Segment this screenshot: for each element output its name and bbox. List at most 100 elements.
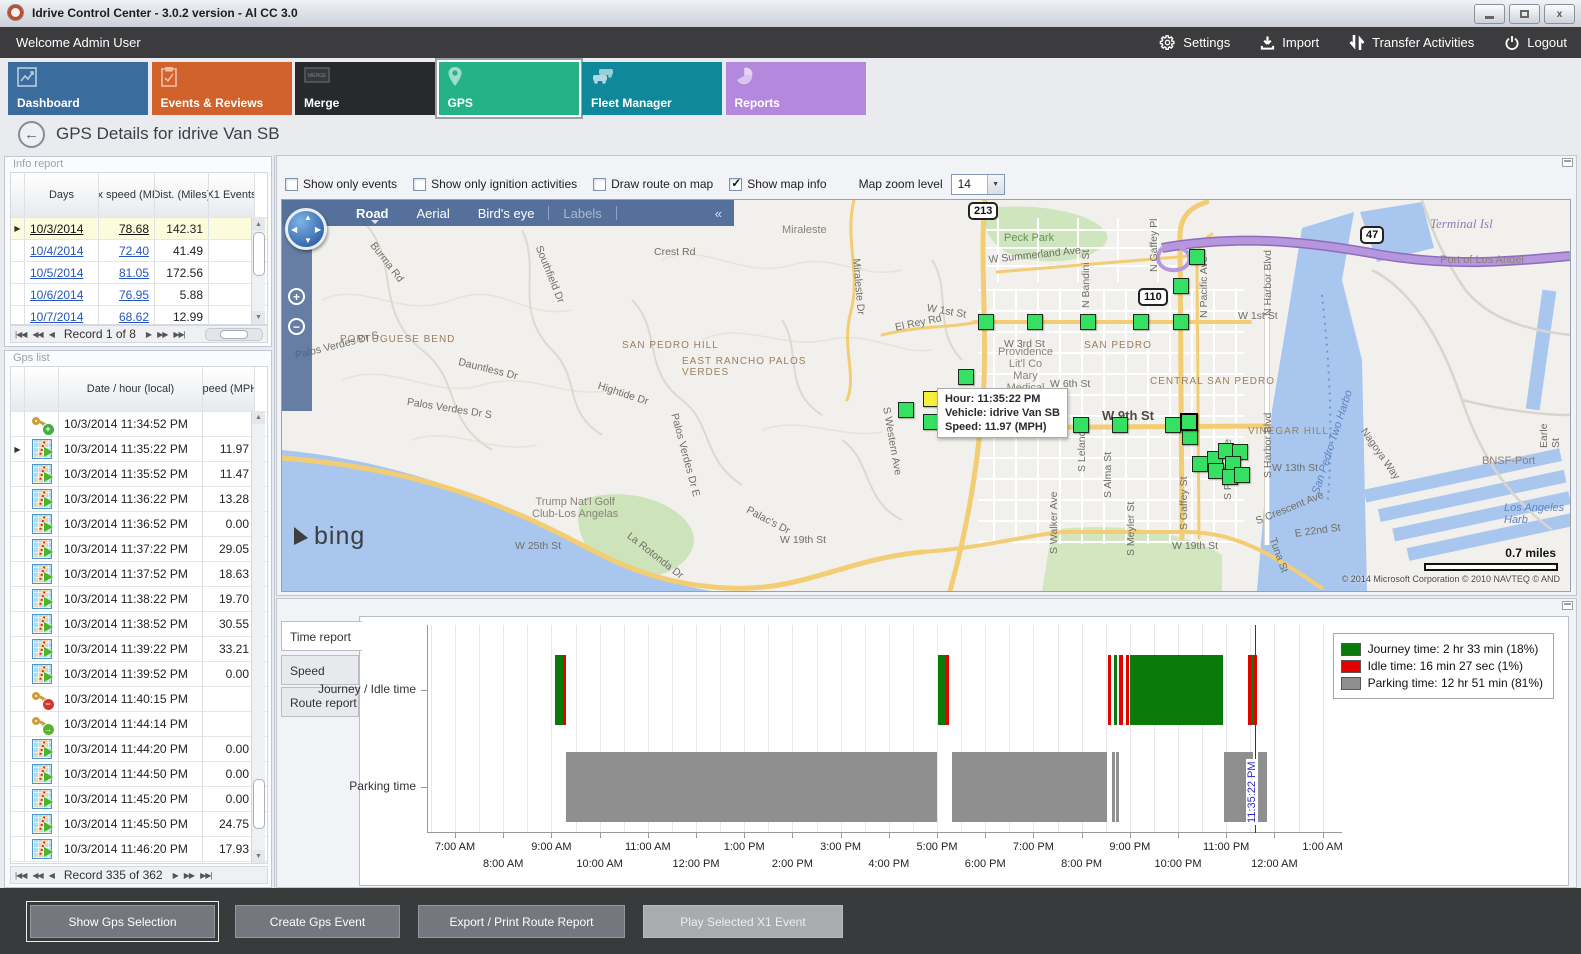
header-cell[interactable]: Speed (MPH)	[203, 367, 255, 411]
gps-marker[interactable]	[1080, 314, 1096, 330]
pan-left-icon[interactable]: ◀	[291, 225, 297, 234]
table-row[interactable]: 10/3/2014 11:35:52 PM11.47	[11, 462, 267, 487]
first-page-icon[interactable]: |◀◀	[15, 871, 26, 880]
tab-events-reviews[interactable]: Events & Reviews	[152, 62, 292, 115]
gps-marker[interactable]	[1189, 249, 1205, 265]
table-row[interactable]: 10/3/2014 11:38:52 PM30.55	[11, 612, 267, 637]
table-row[interactable]: 10/3/2014 11:36:52 PM0.00	[11, 512, 267, 537]
table-row[interactable]: 10/3/2014 11:38:22 PM19.70	[11, 587, 267, 612]
pager-h-scrollbar[interactable]	[205, 328, 263, 341]
table-row[interactable]: 10/3/2014 11:39:22 PM33.21	[11, 637, 267, 662]
table-row[interactable]: 10/3/2014 11:45:50 PM24.75	[11, 812, 267, 837]
map-toolbar-collapse-button[interactable]: «	[715, 206, 722, 221]
unchecked-checkbox-icon[interactable]	[413, 178, 426, 191]
info-table-scrollbar[interactable]: ▲ ▼	[251, 218, 265, 324]
export-print-route-report-button[interactable]: Export / Print Route Report	[418, 905, 625, 938]
gps-marker[interactable]	[958, 369, 974, 385]
checkbox-show-map-info[interactable]: Show map info	[729, 177, 826, 191]
prev-page-icon[interactable]: ◀	[49, 871, 54, 880]
gps-marker[interactable]	[1173, 278, 1189, 294]
table-row[interactable]: ▶10/3/2014 11:35:22 PM11.97	[11, 437, 267, 462]
gps-marker[interactable]	[1182, 429, 1198, 445]
gps-marker[interactable]	[1133, 314, 1149, 330]
max-speed-cell[interactable]: 68.62	[99, 306, 155, 327]
next-group-icon[interactable]: ▶▶	[157, 330, 167, 339]
table-row[interactable]: 10/3/2014 11:39:52 PM0.00	[11, 662, 267, 687]
table-row[interactable]: −10/3/2014 11:40:15 PM	[11, 687, 267, 712]
prev-group-icon[interactable]: ◀◀	[32, 871, 42, 880]
header-cell[interactable]: Date / hour (local)	[59, 367, 203, 411]
table-row[interactable]: +10/3/2014 11:34:52 PM	[11, 412, 267, 437]
max-speed-link[interactable]: 76.95	[119, 288, 149, 302]
day-cell[interactable]: 10/7/2014	[25, 306, 99, 327]
tab-gps[interactable]: GPS	[439, 62, 579, 115]
table-row[interactable]: 10/3/2014 11:44:20 PM0.00	[11, 737, 267, 762]
gps-marker[interactable]	[1234, 467, 1250, 483]
next-group-icon[interactable]: ▶▶	[184, 871, 194, 880]
gps-marker[interactable]	[898, 402, 914, 418]
day-link[interactable]: 10/5/2014	[30, 266, 83, 280]
max-speed-link[interactable]: 72.40	[119, 244, 149, 258]
gps-marker[interactable]	[1112, 417, 1128, 433]
gps-marker[interactable]	[1073, 417, 1089, 433]
last-page-icon[interactable]: ▶▶|	[200, 871, 211, 880]
minimize-button[interactable]	[1474, 4, 1505, 24]
max-speed-cell[interactable]: 76.95	[99, 284, 155, 305]
table-row[interactable]: 10/5/201481.05172.56	[11, 262, 267, 284]
last-page-icon[interactable]: ▶▶|	[173, 330, 184, 339]
table-row[interactable]: ▶10/3/201478.68142.31	[11, 218, 267, 240]
table-row[interactable]: 10/3/2014 11:46:20 PM17.93	[11, 837, 267, 862]
bing-map[interactable]: RoadAerialBird's eyeLabels« ▲ ◀ ▶ ▼ + − …	[281, 199, 1571, 592]
header-cell[interactable]: Dist. (Miles)	[155, 173, 209, 217]
header-cell[interactable]: Days	[25, 173, 99, 217]
gps-marker[interactable]	[978, 314, 994, 330]
tab-dashboard[interactable]: Dashboard	[8, 62, 148, 115]
checkbox-show-only-ignition-activities[interactable]: Show only ignition activities	[413, 177, 577, 191]
header-cell[interactable]: X1 Events	[209, 173, 255, 217]
topbar-action-import[interactable]: Import	[1260, 35, 1319, 51]
max-speed-cell[interactable]: 81.05	[99, 262, 155, 283]
table-row[interactable]: 10/3/2014 11:45:20 PM0.00	[11, 787, 267, 812]
topbar-action-transfer-activities[interactable]: Transfer Activities	[1349, 34, 1474, 51]
next-page-icon[interactable]: ▶	[146, 330, 151, 339]
gps-marker[interactable]	[1027, 314, 1043, 330]
zoom-out-button[interactable]: −	[288, 318, 305, 335]
table-row[interactable]: 10/3/2014 11:37:52 PM18.63	[11, 562, 267, 587]
max-speed-link[interactable]: 81.05	[119, 266, 149, 280]
next-page-icon[interactable]: ▶	[173, 871, 178, 880]
day-cell[interactable]: 10/5/2014	[25, 262, 99, 283]
map-style-labels[interactable]: Labels	[563, 206, 601, 221]
map-panel-collapse-button[interactable]	[1562, 158, 1573, 167]
pan-up-icon[interactable]: ▲	[304, 213, 312, 222]
tab-merge[interactable]: MERGEMerge	[295, 62, 435, 115]
checkbox-draw-route-on-map[interactable]: Draw route on map	[593, 177, 713, 191]
day-link[interactable]: 10/4/2014	[30, 244, 83, 258]
topbar-action-logout[interactable]: Logout	[1504, 35, 1567, 51]
zoom-in-button[interactable]: +	[288, 288, 305, 305]
day-link[interactable]: 10/3/2014	[30, 222, 83, 236]
map-style-road[interactable]: Road	[356, 206, 389, 221]
max-speed-cell[interactable]: 72.40	[99, 240, 155, 261]
table-row[interactable]: →10/3/2014 11:44:14 PM	[11, 712, 267, 737]
checked-checkbox-icon[interactable]	[729, 178, 742, 191]
day-cell[interactable]: 10/6/2014	[25, 284, 99, 305]
gps-marker-selected[interactable]	[1180, 413, 1198, 431]
unchecked-checkbox-icon[interactable]	[593, 178, 606, 191]
day-link[interactable]: 10/7/2014	[30, 310, 83, 324]
close-button[interactable]: x	[1544, 4, 1575, 24]
topbar-action-settings[interactable]: Settings	[1159, 34, 1230, 51]
gps-marker[interactable]	[1173, 314, 1189, 330]
tab-fleet-manager[interactable]: Fleet Manager	[582, 62, 722, 115]
gps-table-scrollbar[interactable]: ▲ ▼	[251, 411, 265, 863]
pan-right-icon[interactable]: ▶	[315, 225, 321, 234]
prev-page-icon[interactable]: ◀	[49, 330, 54, 339]
map-style-aerial[interactable]: Aerial	[417, 206, 450, 221]
header-cell[interactable]: Max speed (MPH)	[99, 173, 155, 217]
day-cell[interactable]: 10/3/2014	[25, 218, 99, 239]
max-speed-cell[interactable]: 78.68	[99, 218, 155, 239]
back-button[interactable]: ←	[18, 121, 45, 148]
table-row[interactable]: 10/4/201472.4041.49	[11, 240, 267, 262]
tab-time-report[interactable]: Time report	[281, 621, 362, 651]
checkbox-show-only-events[interactable]: Show only events	[285, 177, 397, 191]
tab-reports[interactable]: Reports	[726, 62, 866, 115]
